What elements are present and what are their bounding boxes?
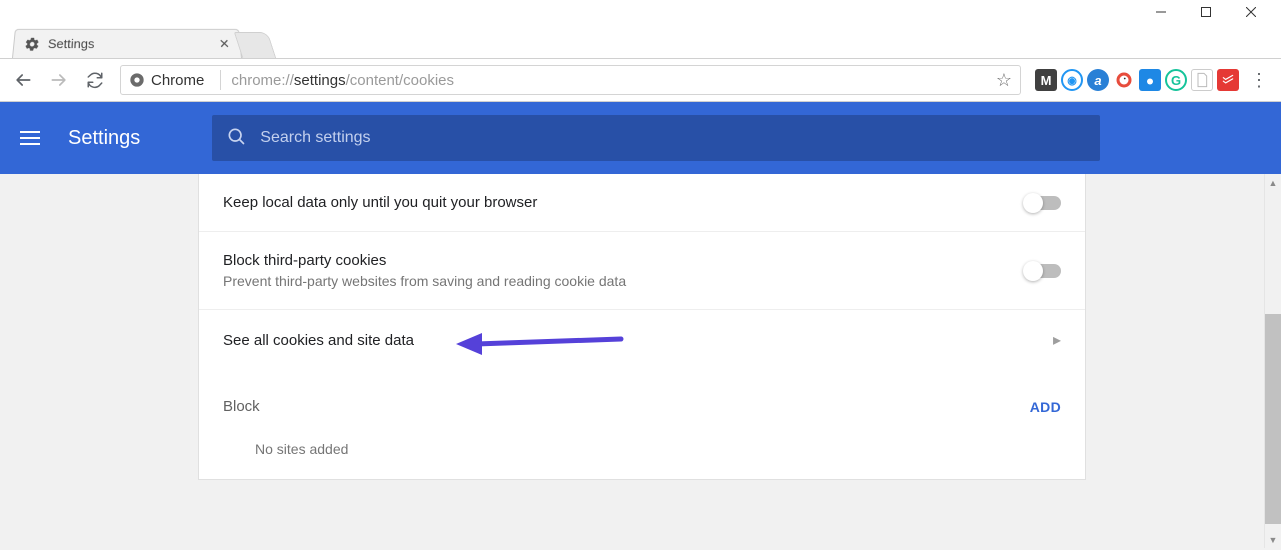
scroll-thumb[interactable] bbox=[1265, 314, 1281, 524]
scroll-down-icon[interactable]: ▼ bbox=[1265, 531, 1281, 548]
forward-button[interactable] bbox=[44, 65, 74, 95]
bookmark-star-icon[interactable]: ☆ bbox=[996, 70, 1012, 91]
extension-grammarly-icon[interactable]: G bbox=[1165, 69, 1187, 91]
row-label: Keep local data only until you quit your… bbox=[223, 194, 537, 211]
gear-icon bbox=[24, 36, 41, 52]
search-icon bbox=[226, 126, 246, 151]
extension-screenshot-icon[interactable] bbox=[1139, 69, 1161, 91]
row-sublabel: Prevent third-party websites from saving… bbox=[223, 273, 626, 289]
scroll-up-icon[interactable]: ▲ bbox=[1265, 174, 1281, 191]
page-title: Settings bbox=[68, 127, 140, 150]
chrome-origin-icon bbox=[129, 72, 145, 88]
section-label: Block bbox=[223, 398, 260, 415]
separator bbox=[220, 70, 221, 90]
window-close-button[interactable] bbox=[1228, 0, 1273, 24]
toggle-keep-local[interactable] bbox=[1025, 196, 1061, 210]
window-maximize-button[interactable] bbox=[1183, 0, 1228, 24]
menu-icon[interactable] bbox=[20, 124, 48, 152]
extensions-row: M ◉ a G bbox=[1035, 69, 1239, 91]
url-text: chrome://settings/content/cookies bbox=[231, 72, 454, 89]
row-see-all-cookies[interactable]: See all cookies and site data ▸ bbox=[199, 310, 1085, 370]
search-settings-box[interactable] bbox=[212, 115, 1100, 161]
browser-toolbar: Chrome chrome://settings/content/cookies… bbox=[0, 58, 1281, 102]
row-keep-local-data[interactable]: Keep local data only until you quit your… bbox=[199, 174, 1085, 232]
extension-todoist-icon[interactable] bbox=[1217, 69, 1239, 91]
content-area: Keep local data only until you quit your… bbox=[0, 174, 1281, 550]
row-label: See all cookies and site data bbox=[223, 332, 414, 349]
extension-duckduckgo-icon[interactable] bbox=[1113, 69, 1135, 91]
reload-button[interactable] bbox=[80, 65, 110, 95]
chevron-right-icon: ▸ bbox=[1053, 330, 1061, 350]
extension-doc-icon[interactable] bbox=[1191, 69, 1213, 91]
new-tab-button[interactable] bbox=[234, 32, 276, 58]
tab-close-button[interactable]: ✕ bbox=[218, 36, 230, 52]
row-block-third-party[interactable]: Block third-party cookies Prevent third-… bbox=[199, 232, 1085, 310]
extension-a-icon[interactable]: a bbox=[1087, 69, 1109, 91]
annotation-arrow bbox=[456, 329, 626, 364]
tab-settings[interactable]: Settings ✕ bbox=[12, 29, 242, 58]
tab-title: Settings bbox=[47, 36, 219, 51]
row-label: Block third-party cookies bbox=[223, 252, 626, 269]
empty-text: No sites added bbox=[255, 441, 1061, 457]
back-button[interactable] bbox=[8, 65, 38, 95]
tab-strip: Settings ✕ bbox=[0, 24, 1281, 58]
section-block: Block ADD bbox=[199, 370, 1085, 427]
settings-panel: Keep local data only until you quit your… bbox=[198, 174, 1086, 480]
settings-header: Settings bbox=[0, 102, 1281, 174]
search-input[interactable] bbox=[260, 129, 1086, 147]
address-bar[interactable]: Chrome chrome://settings/content/cookies… bbox=[120, 65, 1021, 95]
origin-label: Chrome bbox=[151, 72, 204, 89]
extension-eye-icon[interactable]: ◉ bbox=[1061, 69, 1083, 91]
extension-gmail-icon[interactable]: M bbox=[1035, 69, 1057, 91]
block-empty-row: No sites added bbox=[199, 427, 1085, 479]
add-button[interactable]: ADD bbox=[1030, 399, 1061, 415]
window-minimize-button[interactable] bbox=[1138, 0, 1183, 24]
toggle-block-third-party[interactable] bbox=[1025, 264, 1061, 278]
scrollbar[interactable]: ▲ ▼ bbox=[1264, 174, 1281, 548]
window-titlebar bbox=[0, 0, 1281, 24]
browser-menu-button[interactable]: ⋮ bbox=[1245, 66, 1273, 94]
